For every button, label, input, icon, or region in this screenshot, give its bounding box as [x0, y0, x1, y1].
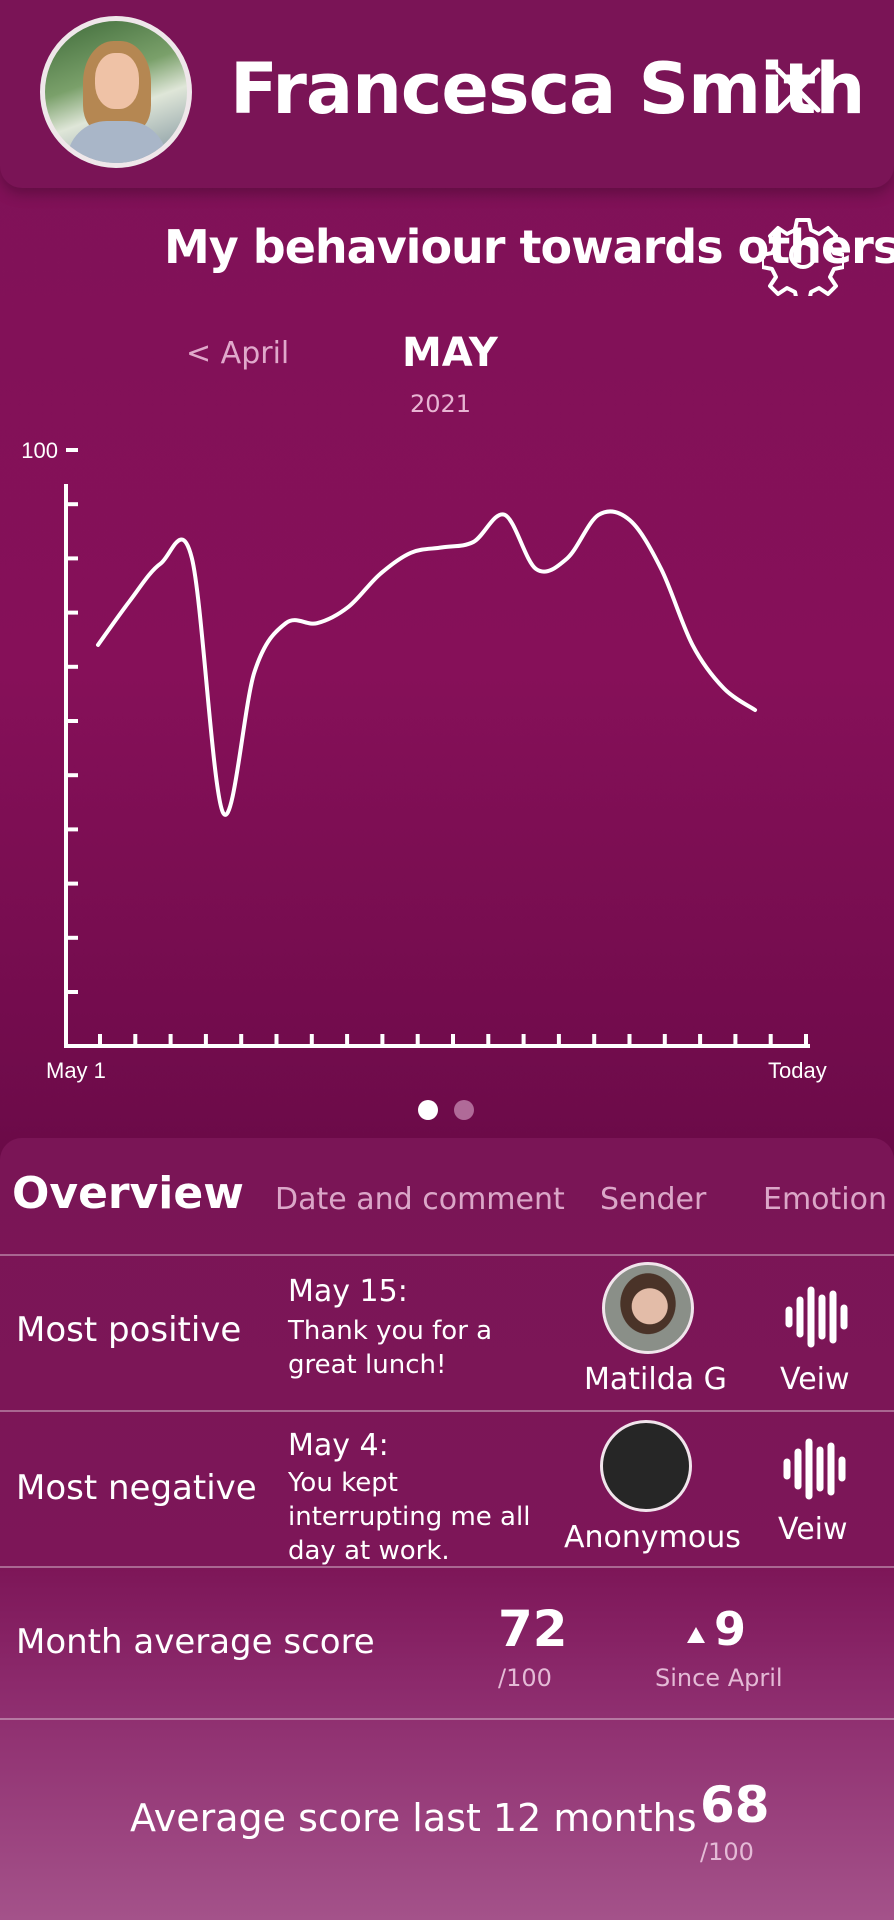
row-label-most-positive: Most positive: [16, 1310, 242, 1350]
view-link[interactable]: Veiw: [780, 1362, 850, 1397]
divider: [0, 1410, 894, 1412]
divider: [0, 1566, 894, 1568]
x-tick-label-end: Today: [768, 1058, 827, 1083]
month-average-score: 72: [498, 1600, 568, 1658]
header-bar: Francesca Smith: [0, 0, 894, 188]
divider: [0, 1254, 894, 1256]
column-header-emotion: Emotion: [763, 1182, 887, 1217]
behaviour-line-chart: 100 May 1 Today: [21, 438, 827, 1083]
overview-panel: Overview Date and comment Sender Emotion…: [0, 1138, 894, 1920]
sender-avatar-anonymous[interactable]: [600, 1420, 692, 1512]
year-average-out-of: /100: [700, 1838, 754, 1866]
year-average-label: Average score last 12 months: [130, 1796, 697, 1840]
view-link[interactable]: Veiw: [778, 1512, 848, 1547]
row-comment: Thank you for a great lunch!: [288, 1316, 493, 1380]
audio-wave-icon[interactable]: [784, 1286, 850, 1348]
row-date: May 4:: [288, 1428, 389, 1463]
y-tick-label: 100: [21, 438, 58, 463]
row-label-most-negative: Most negative: [16, 1468, 257, 1508]
previous-month-link[interactable]: < April: [186, 336, 289, 371]
column-header-sender: Sender: [600, 1182, 707, 1217]
month-change-label: Since April: [655, 1664, 783, 1692]
year-average-score: 68: [700, 1776, 770, 1834]
series-line: [96, 509, 758, 817]
close-icon[interactable]: [770, 62, 826, 118]
page-indicator: [418, 1100, 474, 1120]
triangle-up-icon: [687, 1627, 705, 1643]
user-avatar[interactable]: [40, 16, 192, 168]
row-date: May 15:: [288, 1274, 408, 1309]
divider: [0, 1718, 894, 1720]
overview-title: Overview: [12, 1168, 244, 1219]
month-average-out-of: /100: [498, 1664, 552, 1692]
current-month: MAY: [402, 330, 498, 376]
sender-name: Matilda G: [584, 1362, 727, 1397]
month-change-value: 9: [714, 1602, 747, 1656]
audio-wave-icon[interactable]: [782, 1438, 848, 1500]
page-dot-inactive[interactable]: [454, 1100, 474, 1120]
month-average-label: Month average score: [16, 1622, 375, 1662]
x-tick-label-start: May 1: [46, 1058, 106, 1083]
row-comment: You kept interrupting me all day at work…: [288, 1468, 531, 1566]
sender-name: Anonymous: [564, 1520, 741, 1555]
column-header-date: Date and comment: [275, 1182, 565, 1217]
page-dot-active[interactable]: [418, 1100, 438, 1120]
gear-icon[interactable]: [762, 214, 844, 296]
sender-avatar[interactable]: [602, 1262, 694, 1354]
current-year: 2021: [410, 390, 472, 418]
